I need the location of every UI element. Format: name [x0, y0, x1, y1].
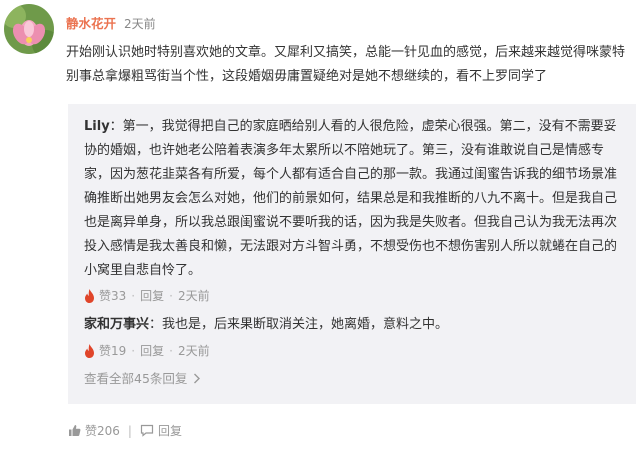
- reply-username[interactable]: 家和万事兴: [84, 317, 149, 332]
- reply-like-count[interactable]: 赞19: [99, 342, 126, 359]
- reply-time: 2天前: [177, 344, 210, 358]
- reply-item: 家和万事兴：我也是，后来果断取消关注，她离婚，意料之中。: [84, 313, 618, 337]
- reply-button[interactable]: 回复: [158, 422, 182, 439]
- comment-actions: 赞206 | 回复: [68, 422, 182, 439]
- thumbs-up-icon[interactable]: [68, 424, 81, 437]
- comment-username[interactable]: 静水花开: [66, 16, 116, 31]
- reply-meta: 赞19 · 回复 · 2天前: [84, 342, 210, 359]
- reply-item: Lily：第一，我觉得把自己的家庭晒给别人看的人很危险，虚荣心很强。第二，没有不…: [84, 115, 618, 283]
- reply-meta: 赞33 · 回复 · 2天前: [84, 287, 210, 304]
- reply-text: ：我也是，后来果断取消关注，她离婚，意料之中。: [149, 317, 449, 332]
- flame-like-icon[interactable]: [84, 343, 95, 358]
- view-all-label: 查看全部45条回复: [84, 371, 188, 386]
- lotus-avatar-image: [4, 4, 54, 54]
- replies-panel: Lily：第一，我觉得把自己的家庭晒给别人看的人很危险，虚荣心很强。第二，没有不…: [68, 104, 636, 404]
- comment-bubble-icon[interactable]: [140, 424, 154, 437]
- avatar[interactable]: [4, 4, 54, 54]
- flame-like-icon[interactable]: [84, 288, 95, 303]
- comment-text: 开始刚认识她时特别喜欢她的文章。又犀利又搞笑，总能一针见血的感觉，后来越来越觉得…: [66, 45, 626, 84]
- view-all-replies-link[interactable]: 查看全部45条回复: [84, 368, 201, 387]
- comment-time: 2天前: [124, 17, 156, 31]
- reply-text: ：第一，我觉得把自己的家庭晒给别人看的人很危险，虚荣心很强。第二，没有不需要妥协…: [84, 119, 618, 278]
- comment-header: 静水花开 2天前: [66, 13, 156, 32]
- like-count[interactable]: 赞206: [85, 422, 120, 439]
- reply-like-count[interactable]: 赞33: [99, 287, 126, 304]
- reply-time: 2天前: [177, 289, 210, 303]
- reply-button[interactable]: 回复: [140, 287, 164, 304]
- reply-username[interactable]: Lily: [84, 119, 110, 134]
- chevron-right-icon: [194, 373, 201, 384]
- reply-button[interactable]: 回复: [140, 342, 164, 359]
